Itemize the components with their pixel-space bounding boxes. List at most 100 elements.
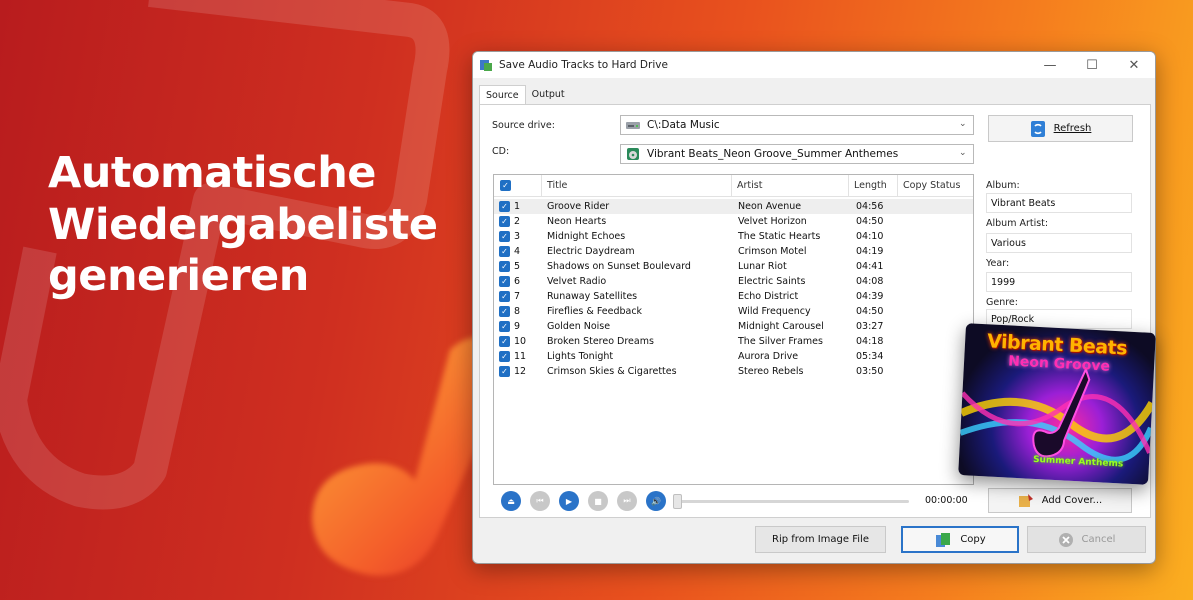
track-number: 3	[514, 231, 521, 242]
table-row[interactable]: ✓ 3 Midnight Echoes The Static Hearts 04:10	[494, 229, 973, 244]
table-row[interactable]: ✓ 6 Velvet Radio Electric Saints 04:08	[494, 274, 973, 289]
rip-from-image-button[interactable]: Rip from Image File	[755, 526, 886, 553]
table-row[interactable]: ✓ 8 Fireflies & Feedback Wild Frequency 04:5…	[494, 304, 973, 319]
track-length: 04:10	[856, 231, 884, 242]
track-checkbox[interactable]: ✓	[499, 261, 510, 272]
track-number: 7	[514, 291, 521, 302]
refresh-icon	[1030, 120, 1045, 137]
copy-button[interactable]: Copy	[901, 526, 1019, 553]
track-number: 12	[514, 366, 527, 377]
track-checkbox[interactable]: ✓	[499, 351, 510, 362]
refresh-button[interactable]: Refresh	[988, 115, 1133, 142]
tab-source[interactable]: Source	[479, 85, 526, 105]
table-row[interactable]: ✓ 11 Lights Tonight Aurora Drive 05:34	[494, 349, 973, 364]
track-length: 04:50	[856, 306, 884, 317]
source-drive-select[interactable]: C\:Data Music ⌄	[620, 115, 974, 135]
add-cover-button[interactable]: Add Cover...	[988, 488, 1132, 513]
select-all-checkbox[interactable]: ✓	[500, 180, 511, 191]
track-rows: ✓ 1 Groove Rider Neon Avenue 04:56 ✓ 2 Neon Hea…	[494, 199, 973, 379]
track-number: 6	[514, 276, 521, 287]
track-artist: Wild Frequency	[738, 306, 811, 317]
source-drive-value: C\:Data Music	[647, 119, 720, 131]
maximize-button[interactable]: ☐	[1071, 52, 1113, 78]
add-cover-icon	[1018, 493, 1033, 507]
column-title[interactable]: Title	[542, 175, 732, 197]
headline-line-1: Automatische	[48, 148, 376, 198]
track-checkbox[interactable]: ✓	[499, 336, 510, 347]
table-row[interactable]: ✓ 5 Shadows on Sunset Boulevard Lunar Riot 0…	[494, 259, 973, 274]
column-length[interactable]: Length	[849, 175, 898, 197]
track-checkbox[interactable]: ✓	[499, 201, 510, 212]
tab-bar: Source Output	[479, 85, 571, 105]
track-checkbox[interactable]: ✓	[499, 366, 510, 377]
stop-button[interactable]: ■	[588, 491, 608, 511]
column-artist[interactable]: Artist	[732, 175, 849, 197]
chevron-down-icon: ⌄	[959, 148, 967, 158]
track-checkbox[interactable]: ✓	[499, 276, 510, 287]
track-title: Velvet Radio	[547, 276, 607, 287]
volume-button[interactable]: 🔊	[646, 491, 666, 511]
minimize-button[interactable]: —	[1029, 52, 1071, 78]
track-checkbox[interactable]: ✓	[499, 291, 510, 302]
header-check-cell: ✓	[494, 175, 542, 197]
track-number: 1	[514, 201, 521, 212]
add-cover-label: Add Cover...	[1041, 495, 1103, 506]
cd-select[interactable]: Vibrant Beats_Neon Groove_Summer Antheme…	[620, 144, 974, 164]
track-artist: The Static Hearts	[738, 231, 821, 242]
close-button[interactable]: ✕	[1113, 52, 1155, 78]
track-title: Golden Noise	[547, 321, 611, 332]
track-checkbox[interactable]: ✓	[499, 246, 510, 257]
track-artist: Velvet Horizon	[738, 216, 807, 227]
track-artist: Stereo Rebels	[738, 366, 804, 377]
track-list-header: ✓ Title Artist Length Copy Status	[494, 175, 973, 197]
album-artist-field[interactable]: Various	[986, 233, 1132, 253]
player-controls: ⏏ ⏮ ▶ ■ ⏭ 🔊 00:00:00	[493, 491, 974, 513]
track-artist: Midnight Carousel	[738, 321, 824, 332]
column-copy-status[interactable]: Copy Status	[898, 175, 973, 197]
headline: Automatische Wiedergabeliste generieren	[48, 148, 468, 303]
track-length: 04:50	[856, 216, 884, 227]
track-number: 8	[514, 306, 521, 317]
track-title: Groove Rider	[547, 201, 610, 212]
track-length: 05:34	[856, 351, 884, 362]
cancel-label: Cancel	[1081, 534, 1116, 545]
table-row[interactable]: ✓ 2 Neon Hearts Velvet Horizon 04:50	[494, 214, 973, 229]
track-title: Fireflies & Feedback	[547, 306, 643, 317]
track-number: 2	[514, 216, 521, 227]
table-row[interactable]: ✓ 12 Crimson Skies & Cigarettes Stereo Rebe…	[494, 364, 973, 379]
chevron-down-icon: ⌄	[959, 119, 967, 129]
next-button[interactable]: ⏭	[617, 491, 637, 511]
app-icon	[480, 60, 492, 71]
track-artist: Aurora Drive	[738, 351, 799, 362]
year-field[interactable]: 1999	[986, 272, 1132, 292]
album-artist-label: Album Artist:	[986, 218, 1049, 229]
track-artist: Lunar Riot	[738, 261, 787, 272]
track-checkbox[interactable]: ✓	[499, 306, 510, 317]
track-checkbox[interactable]: ✓	[499, 231, 510, 242]
previous-button[interactable]: ⏮	[530, 491, 550, 511]
elapsed-time: 00:00:00	[925, 495, 968, 506]
track-checkbox[interactable]: ✓	[499, 216, 510, 227]
track-checkbox[interactable]: ✓	[499, 321, 510, 332]
track-list: ✓ Title Artist Length Copy Status ✓ 1 Groo…	[493, 174, 974, 485]
play-button[interactable]: ▶	[559, 491, 579, 511]
title-bar: Save Audio Tracks to Hard Drive — ☐ ✕	[473, 52, 1155, 78]
track-artist: The Silver Frames	[738, 336, 823, 347]
tab-output[interactable]: Output	[526, 85, 571, 105]
year-label: Year:	[986, 258, 1010, 269]
table-row[interactable]: ✓ 7 Runaway Satellites Echo District 04:39	[494, 289, 973, 304]
eject-button[interactable]: ⏏	[501, 491, 521, 511]
track-title: Midnight Echoes	[547, 231, 626, 242]
seek-bar[interactable]	[677, 500, 909, 503]
album-field[interactable]: Vibrant Beats	[986, 193, 1132, 213]
cancel-button[interactable]: Cancel	[1027, 526, 1146, 553]
track-artist: Electric Saints	[738, 276, 806, 287]
table-row[interactable]: ✓ 4 Electric Daydream Crimson Motel 04:19	[494, 244, 973, 259]
seek-thumb[interactable]	[673, 494, 682, 509]
track-title: Electric Daydream	[547, 246, 635, 257]
rip-from-image-label: Rip from Image File	[772, 534, 869, 545]
table-row[interactable]: ✓ 10 Broken Stereo Dreams The Silver Frames…	[494, 334, 973, 349]
window-title: Save Audio Tracks to Hard Drive	[499, 59, 668, 71]
table-row[interactable]: ✓ 9 Golden Noise Midnight Carousel 03:27	[494, 319, 973, 334]
table-row[interactable]: ✓ 1 Groove Rider Neon Avenue 04:56	[494, 199, 973, 214]
